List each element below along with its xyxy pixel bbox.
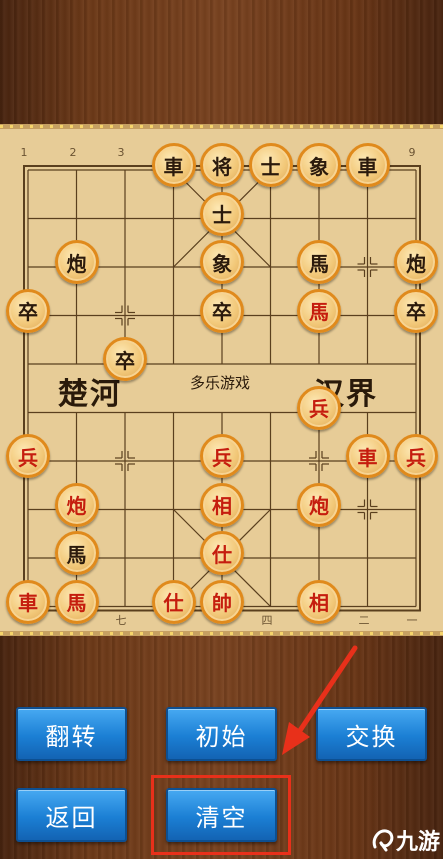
red-piece[interactable]: 兵 xyxy=(297,385,341,430)
black-piece[interactable]: 士 xyxy=(248,143,293,187)
red-piece[interactable]: 帥 xyxy=(200,579,244,624)
file-number-bottom-2: 二 xyxy=(358,614,370,627)
jiuyou-logo-icon xyxy=(372,828,394,851)
flip-button[interactable]: 翻转 xyxy=(16,707,127,761)
black-piece[interactable]: 卒 xyxy=(200,288,244,333)
red-piece[interactable]: 馬 xyxy=(297,288,341,333)
file-number-3: 3 xyxy=(117,146,125,159)
black-piece[interactable]: 象 xyxy=(297,143,341,187)
red-piece[interactable]: 兵 xyxy=(6,434,50,478)
clear-button-highlight xyxy=(151,775,291,855)
red-piece[interactable]: 兵 xyxy=(200,434,244,478)
file-number-9: 9 xyxy=(408,146,416,159)
black-piece[interactable]: 馬 xyxy=(54,531,99,575)
red-piece[interactable]: 炮 xyxy=(297,482,341,527)
red-piece[interactable]: 仕 xyxy=(151,579,196,624)
red-piece[interactable]: 車 xyxy=(345,434,390,478)
black-piece[interactable]: 炮 xyxy=(54,240,99,284)
file-number-1: 1 xyxy=(20,146,28,159)
swap-button[interactable]: 交换 xyxy=(316,707,427,761)
red-piece[interactable]: 馬 xyxy=(54,579,99,624)
black-piece[interactable]: 象 xyxy=(200,240,244,284)
red-piece[interactable]: 炮 xyxy=(54,482,99,527)
red-piece[interactable]: 車 xyxy=(6,579,50,624)
black-piece[interactable]: 馬 xyxy=(297,240,341,284)
black-piece[interactable]: 将 xyxy=(200,143,244,187)
black-piece[interactable]: 車 xyxy=(151,143,196,187)
arrow-head-icon xyxy=(282,722,310,755)
back-button[interactable]: 返回 xyxy=(16,788,127,842)
red-piece[interactable]: 兵 xyxy=(394,434,438,478)
black-piece[interactable]: 卒 xyxy=(6,288,50,333)
initial-button[interactable]: 初始 xyxy=(166,707,277,761)
black-piece[interactable]: 炮 xyxy=(394,240,438,284)
jiuyou-logo-text: 九游 xyxy=(396,829,441,855)
jiuyou-logo: 九游 xyxy=(370,820,443,859)
black-piece[interactable]: 卒 xyxy=(394,288,438,333)
file-number-2: 2 xyxy=(69,146,77,159)
black-piece[interactable]: 車 xyxy=(345,143,390,187)
black-piece[interactable]: 士 xyxy=(200,191,244,236)
file-number-bottom-1: 一 xyxy=(406,614,418,627)
river-center-watermark: 多乐游戏 xyxy=(189,374,250,392)
file-number-bottom-4: 四 xyxy=(261,614,273,627)
file-number-bottom-7: 七 xyxy=(115,614,127,627)
red-piece[interactable]: 相 xyxy=(200,482,244,527)
red-piece[interactable]: 相 xyxy=(297,579,341,624)
black-piece[interactable]: 卒 xyxy=(103,337,147,381)
red-piece[interactable]: 仕 xyxy=(200,531,244,575)
